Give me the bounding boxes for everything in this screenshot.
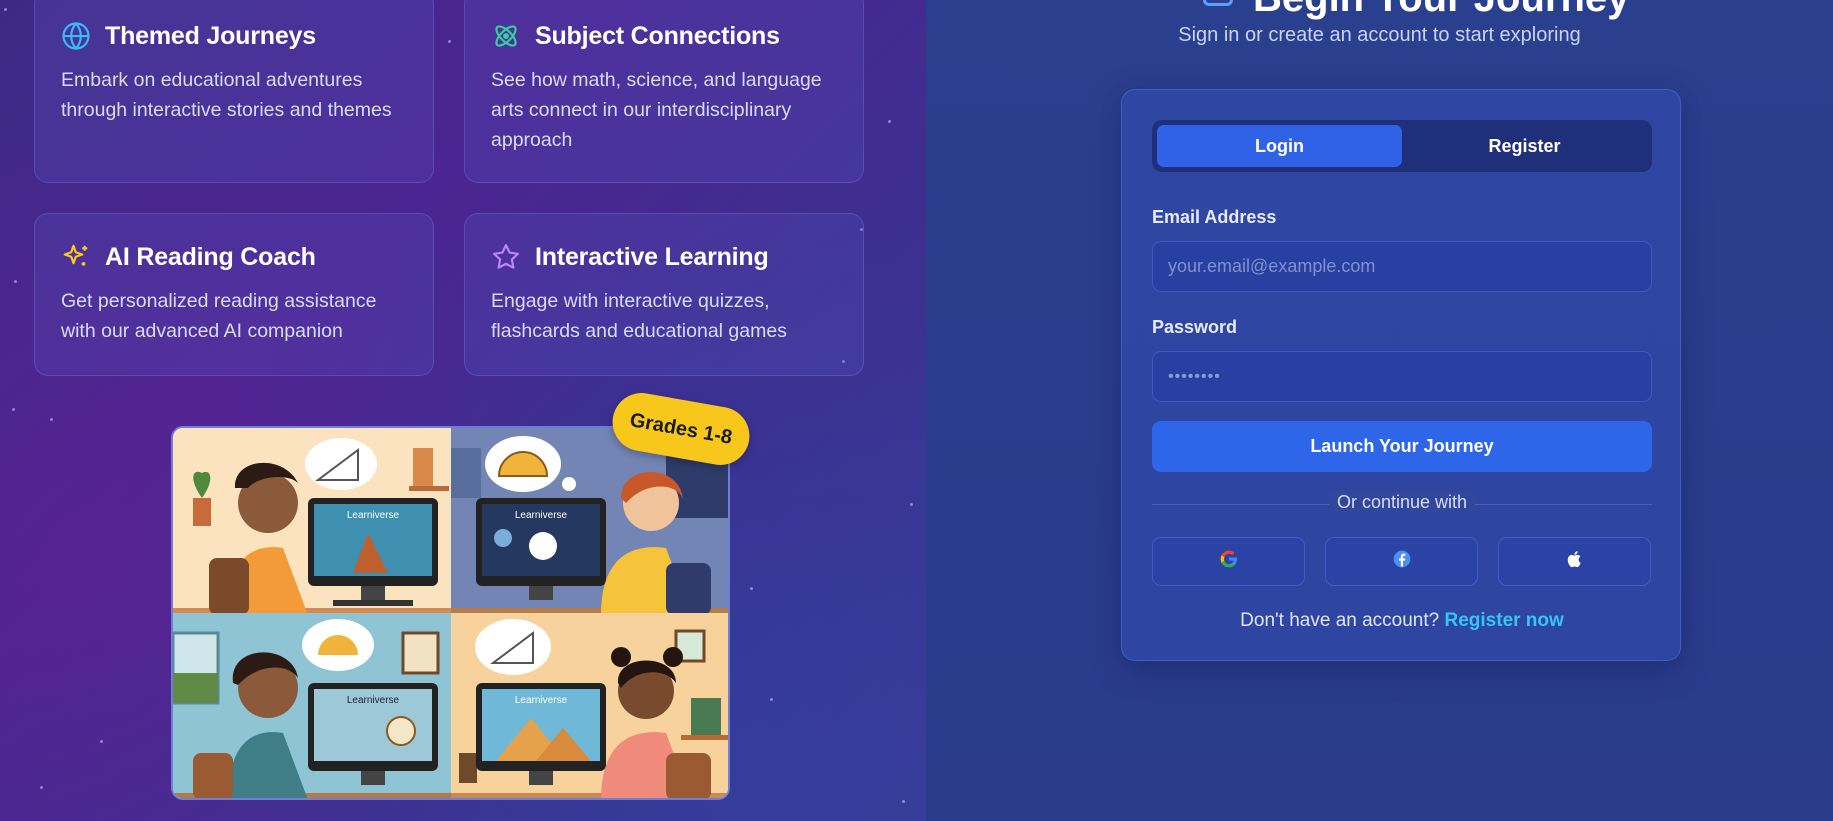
feature-description: Engage with interactive quizzes, flashca… [491,290,787,342]
tab-login[interactable]: Login [1157,125,1402,167]
email-label: Email Address [1152,207,1277,227]
feature-title: Themed Journeys [105,21,316,50]
password-value: •••••••• [1168,367,1221,385]
auth-form-card: Login Register Email Address your.email@… [1121,89,1681,661]
google-login-button[interactable] [1152,537,1305,586]
feature-description: Embark on educational adventures through… [61,69,392,121]
tab-register[interactable]: Register [1402,125,1647,167]
sparkles-icon [61,242,91,272]
feature-description: Get personalized reading assistance with… [61,290,377,342]
feature-card-subject-connections: Subject Connections See how math, scienc… [464,0,864,183]
facebook-icon [1392,549,1412,574]
launch-journey-button[interactable]: Launch Your Journey [1152,421,1652,472]
feature-card-ai-reading-coach: AI Reading Coach Get personalized readin… [34,213,434,376]
register-now-link[interactable]: Register now [1445,610,1564,631]
email-placeholder: your.email@example.com [1168,256,1376,276]
book-icon [1203,0,1233,6]
feature-description: See how math, science, and language arts… [491,69,822,151]
password-field[interactable]: •••••••• [1152,351,1652,402]
feature-card-interactive-learning: Interactive Learning Engage with interac… [464,213,864,376]
facebook-login-button[interactable] [1325,537,1478,586]
star-icon [491,242,521,272]
globe-icon [61,21,91,51]
password-label: Password [1152,317,1238,337]
feature-title: Interactive Learning [535,242,769,271]
monitor-label: Learniverse [347,695,400,706]
atom-icon [491,21,521,51]
feature-title: AI Reading Coach [105,242,316,271]
feature-card-themed-journeys: Themed Journeys Embark on educational ad… [34,0,434,183]
divider-text: Or continue with [1328,492,1476,512]
monitor-label: Learniverse [514,510,567,521]
students-illustration: Learniverse Learniverse Learniverse Lear… [171,426,730,800]
register-prompt-text: Don't have an account? [1240,610,1440,631]
monitor-label: Learniverse [514,695,567,706]
feature-title: Subject Connections [535,21,780,50]
auth-subtitle: Sign in or create an account to start ex… [1178,24,1581,46]
email-field[interactable]: your.email@example.com [1152,241,1652,292]
apple-icon [1565,549,1585,574]
monitor-label: Learniverse [347,510,400,521]
auth-heading: Begin Your Journey [1253,0,1629,21]
auth-tabs: Login Register [1152,120,1652,172]
apple-login-button[interactable] [1498,537,1651,586]
register-prompt: Don't have an account? Register now [1122,610,1682,632]
google-icon [1219,549,1239,574]
